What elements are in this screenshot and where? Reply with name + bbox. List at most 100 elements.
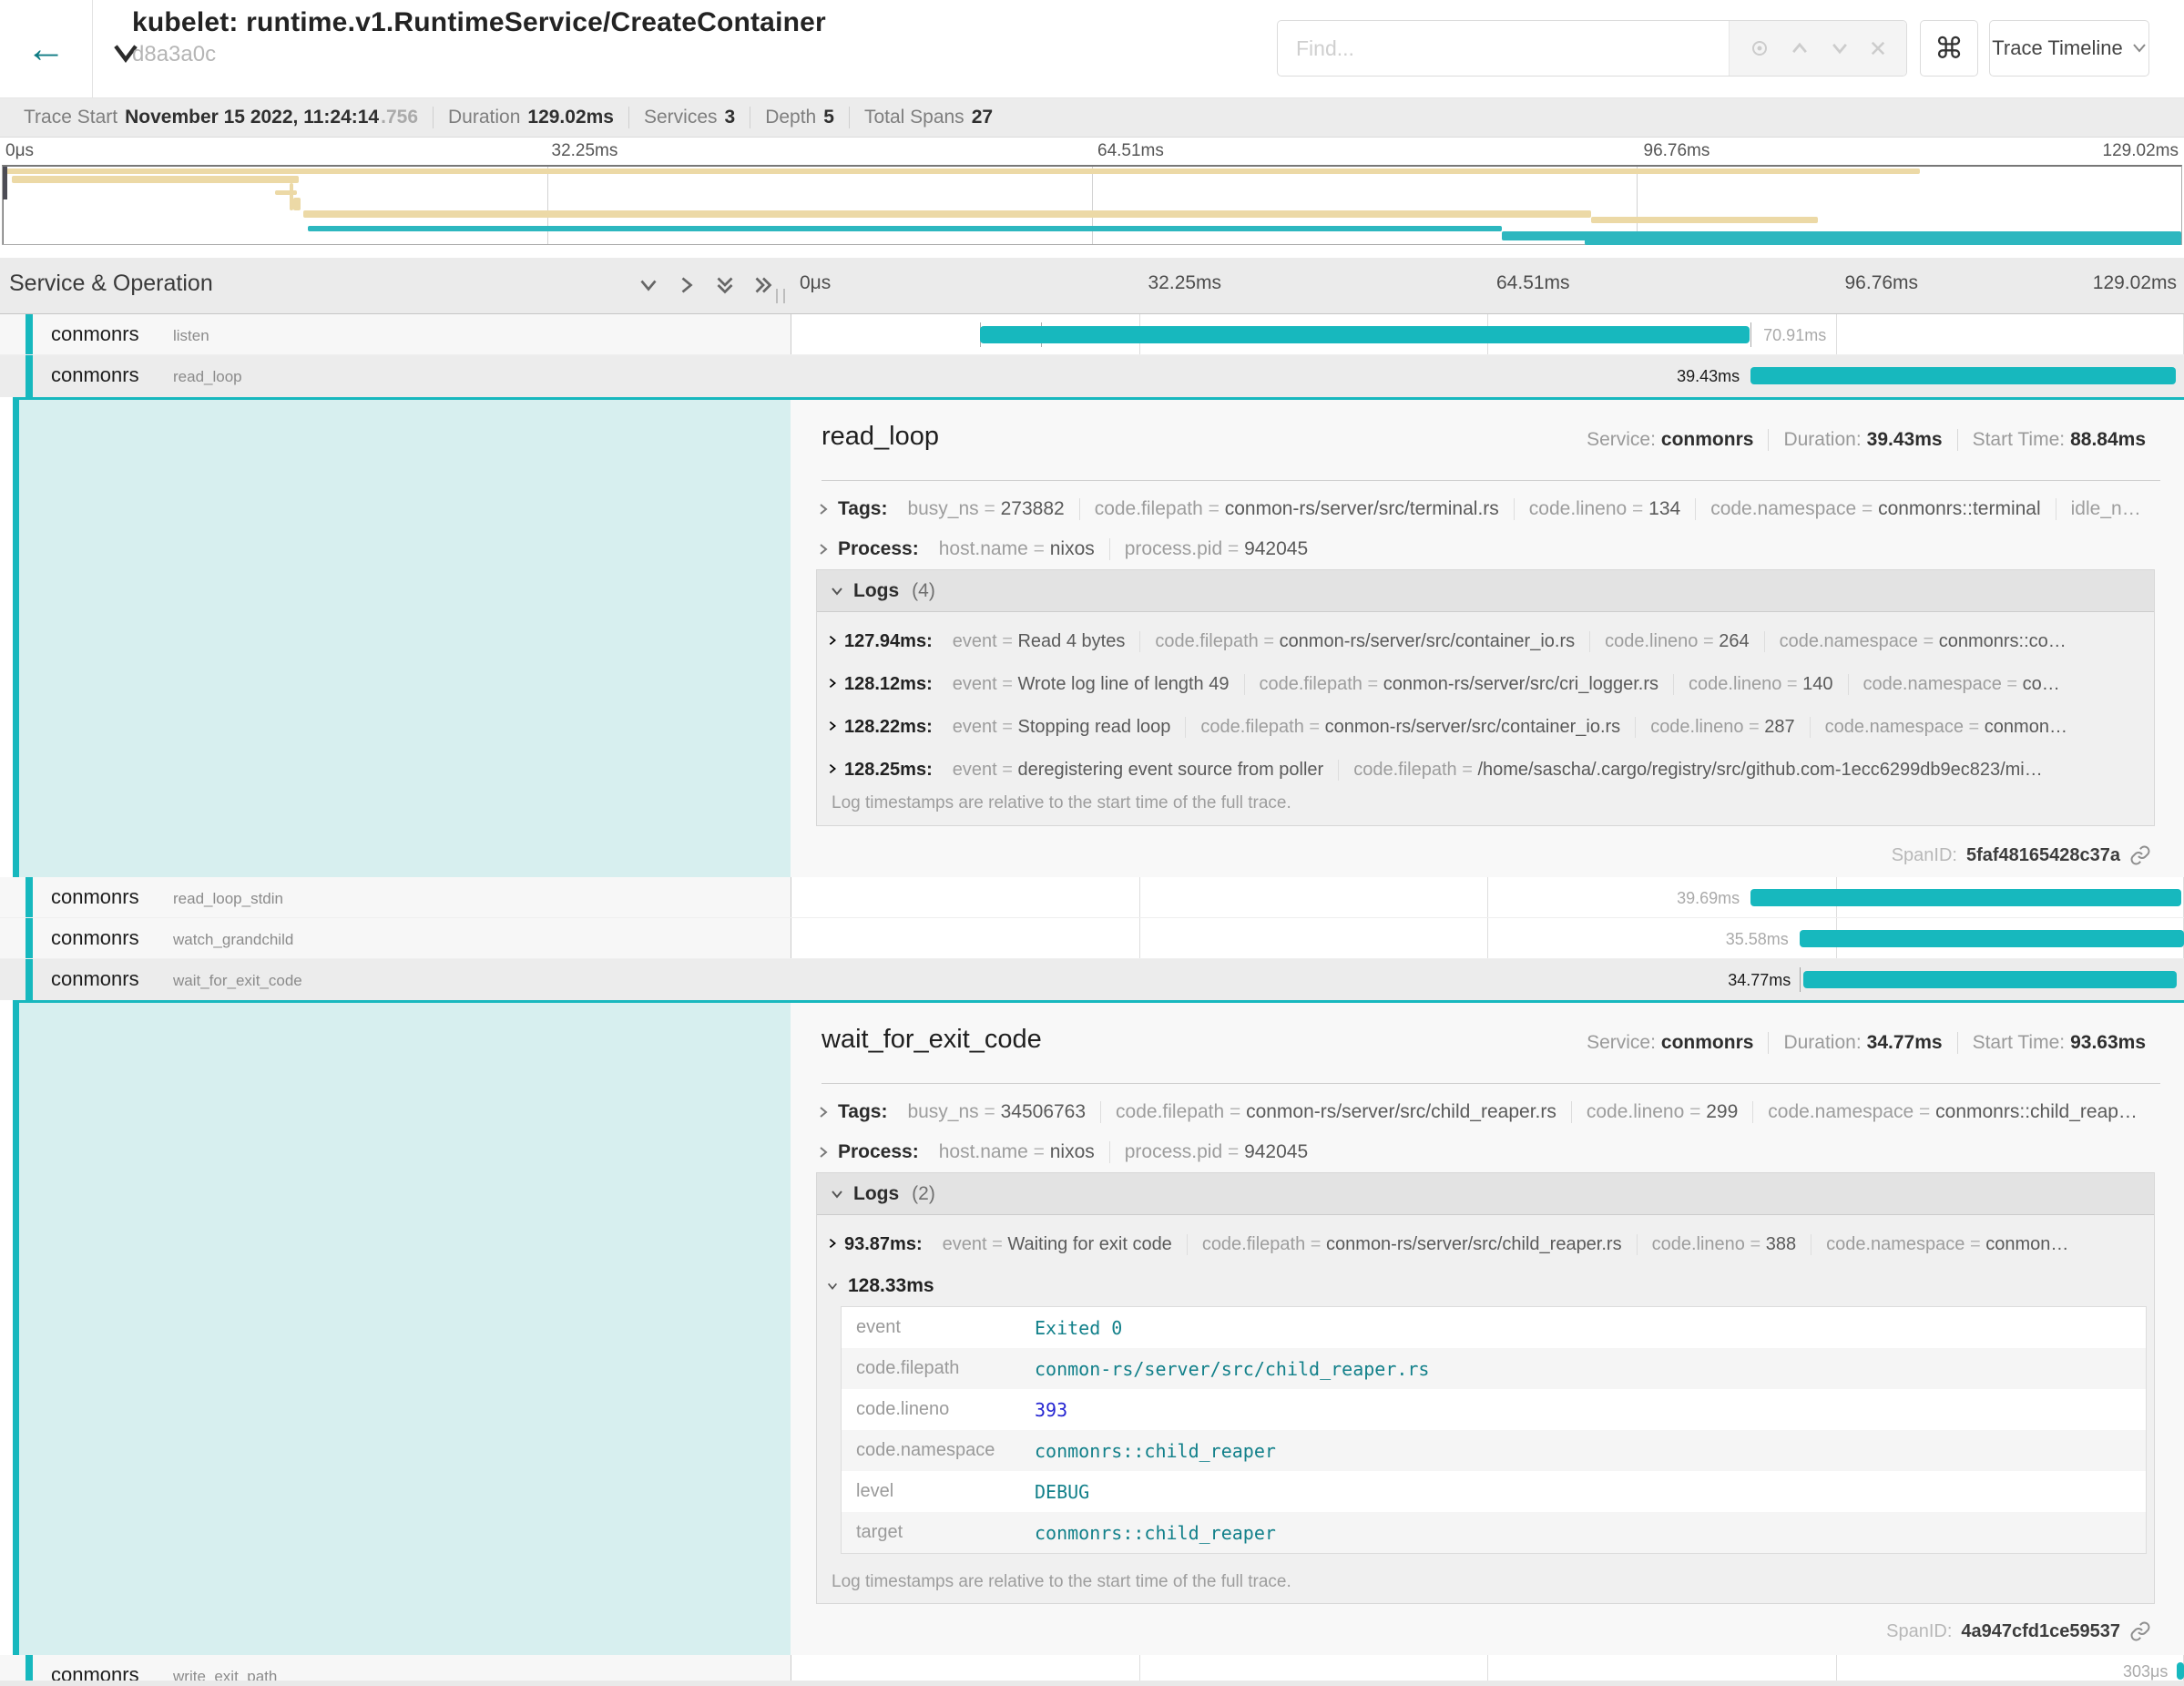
span-color-bar — [26, 314, 33, 354]
trace-minimap[interactable] — [2, 165, 2182, 245]
span-start-stat: Start Time:88.84ms — [1957, 429, 2160, 451]
log-entry[interactable]: 93.87ms: eventWaiting for exit code code… — [826, 1230, 2147, 1259]
chevron-right-icon — [816, 542, 831, 557]
span-id-row: SpanID: 4a947cfd1ce59537 — [1886, 1620, 2151, 1642]
span-row-watch-grandchild[interactable]: conmonrs watch_grandchild 35.58ms — [0, 918, 2184, 959]
log-entry[interactable]: 128.22ms: eventStopping read loop code.f… — [826, 712, 2147, 741]
find-input[interactable] — [1278, 21, 1729, 76]
process-tag: process.pid942045 — [1110, 538, 1322, 560]
tag: code.namespaceconmonrs::terminal — [1696, 498, 2056, 520]
logs-header[interactable]: Logs (2) — [817, 1173, 2154, 1215]
span-duration-stat: Duration:39.43ms — [1768, 429, 1956, 451]
span-detail-header: read_loop Service:conmonrs Duration:39.4… — [822, 422, 2160, 475]
tags-row[interactable]: Tags: busy_ns273882 code.filepathconmon-… — [816, 493, 2160, 526]
link-icon[interactable] — [2129, 1620, 2151, 1642]
span-row-wait-for-exit-code[interactable]: conmonrs wait_for_exit_code 34.77ms — [0, 959, 2184, 1000]
process-tag: host.namenixos — [924, 1141, 1110, 1163]
span-row-listen[interactable]: conmonrs listen 70.91ms — [0, 314, 2184, 355]
log-entry-expanded-header[interactable]: 128.33ms — [826, 1272, 934, 1301]
chevron-down-icon — [826, 1280, 839, 1293]
span-color-bar — [26, 877, 33, 917]
span-operation: read_loop — [173, 368, 242, 386]
keyboard-shortcuts-button[interactable]: ⌘ — [1920, 20, 1978, 77]
chevron-down-icon — [830, 1187, 844, 1201]
expand-all-double-chevron-right-icon[interactable] — [752, 274, 774, 296]
span-duration-label: 303μs — [2123, 1662, 2168, 1681]
span-operation: read_loop_stdin — [173, 890, 283, 908]
span-service: conmonrs — [51, 926, 139, 950]
process-tag: host.namenixos — [924, 538, 1110, 560]
trace-services: Services 3 — [628, 107, 750, 128]
span-start-stat: Start Time:93.63ms — [1957, 1032, 2160, 1054]
table-row: event Exited 0 — [842, 1307, 2146, 1348]
minimap-gridline — [547, 167, 548, 244]
tag: code.lineno134 — [1515, 498, 1696, 520]
chevron-down-icon — [2132, 43, 2147, 54]
span-row-read-loop[interactable]: conmonrs read_loop 39.43ms — [0, 355, 2184, 397]
timeline-ticks-header: 0μs 32.25ms 64.51ms 96.76ms 129.02ms — [791, 258, 2184, 313]
process-tag: process.pid942045 — [1110, 1141, 1322, 1163]
back-button[interactable]: ← — [0, 0, 93, 97]
column-resize-grip[interactable] — [776, 289, 785, 303]
process-row[interactable]: Process: host.namenixos process.pid94204… — [816, 1136, 2160, 1169]
collapse-one-chevron-down-icon[interactable] — [638, 274, 659, 296]
find-prev-icon[interactable] — [1790, 38, 1810, 58]
find-next-icon[interactable] — [1830, 38, 1850, 58]
service-operation-header: Service & Operation — [0, 258, 791, 313]
tag: code.filepathconmon-rs/server/src/child_… — [1101, 1101, 1572, 1123]
app-header: ← kubelet: runtime.v1.RuntimeService/Cre… — [0, 0, 2184, 98]
minimap-span-bar — [2153, 240, 2181, 245]
log-entry[interactable]: 127.94ms: eventRead 4 bytes code.filepat… — [826, 627, 2147, 656]
span-duration-bar[interactable] — [1800, 930, 2184, 947]
link-icon[interactable] — [2129, 844, 2151, 866]
span-duration-bar[interactable] — [1750, 889, 2181, 906]
span-indent-fill — [19, 1003, 791, 1655]
logs-header[interactable]: Logs (4) — [817, 570, 2154, 612]
log-fields-table: event Exited 0 code.filepath conmon-rs/s… — [841, 1306, 2147, 1554]
span-event-tick — [1800, 967, 1801, 992]
chevron-down-icon — [830, 584, 844, 598]
span-duration-bar[interactable] — [1803, 971, 2177, 988]
tag: code.namespaceconmonrs::child_reap… — [1753, 1101, 2152, 1123]
span-duration-bar[interactable] — [980, 326, 1750, 343]
trace-total-spans: Total Spans 27 — [849, 107, 1007, 128]
span-duration-bar[interactable] — [1750, 367, 2176, 384]
chevron-right-icon — [826, 760, 839, 781]
locate-icon[interactable] — [1749, 37, 1771, 59]
timeline-column-header: Service & Operation 0μs 32.25ms 64. — [0, 258, 2184, 314]
expand-one-chevron-right-icon[interactable] — [676, 274, 698, 296]
span-row-read-loop-stdin[interactable]: conmonrs read_loop_stdin 39.69ms — [0, 877, 2184, 918]
find-clear-icon[interactable] — [1869, 39, 1887, 57]
minimap-span-bar — [3, 169, 1920, 174]
divider — [822, 1083, 2160, 1084]
trace-view-selector[interactable]: Trace Timeline — [1989, 20, 2149, 77]
log-entry[interactable]: 128.25ms: eventderegistering event sourc… — [826, 755, 2147, 784]
span-service: conmonrs — [51, 363, 139, 387]
minimap-span-bar — [275, 190, 297, 195]
span-duration-label: 34.77ms — [1728, 971, 1791, 990]
span-duration-label: 70.91ms — [1763, 326, 1826, 345]
span-duration-label: 35.58ms — [1726, 930, 1789, 949]
minimap-span-bar — [290, 183, 293, 210]
log-entry[interactable]: 128.12ms: eventWrote log line of length … — [826, 669, 2147, 699]
table-row: code.filepath conmon-rs/server/src/child… — [842, 1348, 2146, 1389]
minimap-span-bar — [293, 198, 301, 210]
chevron-right-icon — [816, 502, 831, 516]
tags-row[interactable]: Tags: busy_ns34506763 code.filepathconmo… — [816, 1096, 2160, 1129]
span-operation: watch_grandchild — [173, 931, 293, 949]
span-service: conmonrs — [51, 967, 139, 991]
process-row[interactable]: Process: host.namenixos process.pid94204… — [816, 533, 2160, 566]
span-operation: wait_for_exit_code — [173, 972, 302, 990]
collapse-all-double-chevron-down-icon[interactable] — [714, 274, 736, 296]
chevron-right-icon — [826, 1234, 839, 1255]
logs-note: Log timestamps are relative to the start… — [832, 793, 1291, 813]
span-color-bar — [26, 959, 33, 1000]
service-operation-label: Service & Operation — [9, 271, 213, 297]
minimap-span-bar — [303, 210, 1591, 218]
minimap-gridline — [1092, 167, 1093, 244]
find-box — [1277, 20, 1907, 77]
span-duration-bar[interactable] — [2177, 1662, 2184, 1680]
trace-start: Trace Start November 15 2022, 11:24:14 .… — [9, 107, 433, 128]
span-color-bar — [26, 355, 33, 397]
minimap-drag-handle[interactable] — [3, 167, 7, 199]
